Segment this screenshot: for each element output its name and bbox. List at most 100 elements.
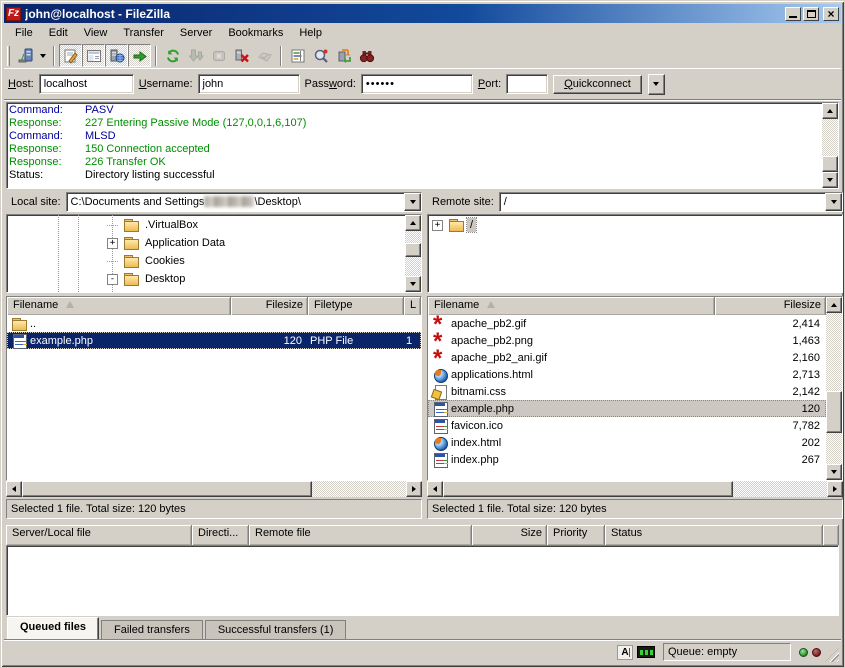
column-header-filename[interactable]: Filename [7, 297, 231, 315]
file-row-example-php[interactable]: example.php120 [428, 400, 826, 417]
file-row[interactable]: index.html202 [428, 434, 826, 451]
toolbar-grip[interactable] [7, 46, 10, 66]
abort-button[interactable] [253, 44, 276, 67]
menu-bookmarks[interactable]: Bookmarks [220, 25, 291, 42]
quickconnect-button[interactable]: Quickconnect [553, 75, 642, 94]
log-scrollbar[interactable] [822, 103, 838, 188]
scroll-down-button[interactable] [826, 464, 842, 480]
file-row-parent-dir[interactable]: .. [7, 315, 421, 332]
scroll-up-button[interactable] [826, 297, 842, 313]
scrollbar-track[interactable] [443, 481, 827, 497]
file-row[interactable]: index.php267 [428, 451, 826, 468]
file-row[interactable]: favicon.ico7,782 [428, 417, 826, 434]
close-button[interactable]: × [823, 7, 839, 21]
scroll-left-button[interactable] [6, 481, 22, 497]
toggle-remote-tree-button[interactable] [105, 44, 128, 67]
port-input[interactable] [506, 74, 548, 94]
tree-item-desktop[interactable]: -Desktop [7, 270, 405, 288]
synchronized-browsing-button[interactable] [332, 44, 355, 67]
local-path-dropdown-button[interactable] [404, 193, 421, 211]
local-tree-scrollbar[interactable] [405, 215, 421, 292]
column-header-lastmodified[interactable]: L [404, 297, 421, 315]
username-input[interactable]: john [198, 74, 300, 94]
titlebar[interactable]: Fz john@localhost - FileZilla × [4, 4, 841, 23]
file-row[interactable]: apache_pb2_ani.gif2,160 [428, 349, 826, 366]
menu-view[interactable]: View [76, 25, 116, 42]
menu-file[interactable]: File [7, 25, 41, 42]
tree-item-cookies[interactable]: Cookies [7, 252, 405, 270]
site-manager-dropdown-button[interactable] [37, 45, 49, 66]
scrollbar-thumb[interactable] [443, 481, 733, 497]
remote-path-dropdown-button[interactable] [825, 193, 842, 211]
scroll-up-button[interactable] [405, 215, 421, 231]
file-row-example-php[interactable]: example.php 120 PHP File 1 [7, 332, 421, 349]
password-input[interactable]: •••••• [361, 74, 473, 94]
resize-grip[interactable] [825, 648, 839, 662]
directory-listing-filters-button[interactable] [286, 44, 309, 67]
speed-limit-icon[interactable] [637, 646, 655, 658]
collapse-minus-icon[interactable]: - [107, 274, 118, 285]
column-header-filetype[interactable]: Filetype [308, 297, 404, 315]
column-header-filesize[interactable]: Filesize [715, 297, 826, 315]
column-header-size[interactable]: Size [472, 525, 547, 545]
scrollbar-thumb[interactable] [22, 481, 312, 497]
scrollbar-track[interactable] [826, 313, 842, 464]
tree-item-application-data[interactable]: +Application Data [7, 234, 405, 252]
menu-server[interactable]: Server [172, 25, 220, 42]
tab-failed-transfers[interactable]: Failed transfers [101, 620, 203, 639]
scroll-down-button[interactable] [405, 276, 421, 292]
find-files-button[interactable] [355, 44, 378, 67]
column-header-priority[interactable]: Priority [547, 525, 605, 545]
cancel-operation-button[interactable] [207, 44, 230, 67]
toggle-transfer-queue-button[interactable] [128, 44, 151, 67]
disconnect-button[interactable] [230, 44, 253, 67]
column-header-filesize[interactable]: Filesize [231, 297, 308, 315]
remote-list-scrollbar[interactable] [826, 297, 842, 480]
tree-item-virtualbox[interactable]: .VirtualBox [7, 216, 405, 234]
maximize-button[interactable] [803, 7, 819, 21]
host-input[interactable]: localhost [39, 74, 134, 94]
scroll-up-button[interactable] [822, 103, 838, 119]
directory-comparison-button[interactable] [309, 44, 332, 67]
scrollbar-track[interactable] [405, 231, 421, 276]
scroll-left-button[interactable] [427, 481, 443, 497]
minimize-button[interactable] [785, 7, 801, 21]
local-list-hscrollbar[interactable] [6, 481, 422, 497]
column-header-remote-file[interactable]: Remote file [249, 525, 472, 545]
menu-help[interactable]: Help [291, 25, 330, 42]
file-row[interactable]: bitnami.css2,142 [428, 383, 826, 400]
process-queue-button[interactable] [184, 44, 207, 67]
refresh-button[interactable] [161, 44, 184, 67]
file-row[interactable]: applications.html2,713 [428, 366, 826, 383]
column-header-server-local-file[interactable]: Server/Local file [6, 525, 192, 545]
toggle-message-log-button[interactable] [59, 44, 82, 67]
menu-edit[interactable]: Edit [41, 25, 76, 42]
scroll-right-button[interactable] [406, 481, 422, 497]
scrollbar-thumb[interactable] [822, 156, 838, 172]
ascii-type-icon[interactable]: A [617, 645, 633, 660]
scroll-right-button[interactable] [827, 481, 843, 497]
quickconnect-dropdown-button[interactable] [648, 74, 665, 95]
file-row[interactable]: apache_pb2.png1,463 [428, 332, 826, 349]
tree-item-root[interactable]: +/ [428, 216, 842, 234]
expand-plus-icon[interactable]: + [107, 238, 118, 249]
scrollbar-track[interactable] [822, 119, 838, 172]
scrollbar-thumb[interactable] [405, 243, 421, 257]
menu-transfer[interactable]: Transfer [115, 25, 172, 42]
scrollbar-track[interactable] [22, 481, 406, 497]
tab-successful-transfers[interactable]: Successful transfers (1) [205, 620, 347, 639]
column-header-filename[interactable]: Filename [428, 297, 715, 315]
column-header-direction[interactable]: Directi... [192, 525, 249, 545]
expand-plus-icon[interactable]: + [432, 220, 443, 231]
remote-path-combobox[interactable]: / [499, 192, 843, 212]
site-manager-button[interactable] [14, 44, 37, 67]
queue-body[interactable] [6, 545, 839, 616]
toggle-local-tree-button[interactable] [82, 44, 105, 67]
tab-queued-files[interactable]: Queued files [7, 617, 99, 639]
local-path-combobox[interactable]: C:\Documents and Settings\Desktop\ [66, 192, 422, 212]
scroll-down-button[interactable] [822, 172, 838, 188]
column-header-status[interactable]: Status [605, 525, 823, 545]
file-row[interactable]: apache_pb2.gif2,414 [428, 315, 826, 332]
remote-list-hscrollbar[interactable] [427, 481, 843, 497]
scrollbar-thumb[interactable] [826, 391, 842, 433]
